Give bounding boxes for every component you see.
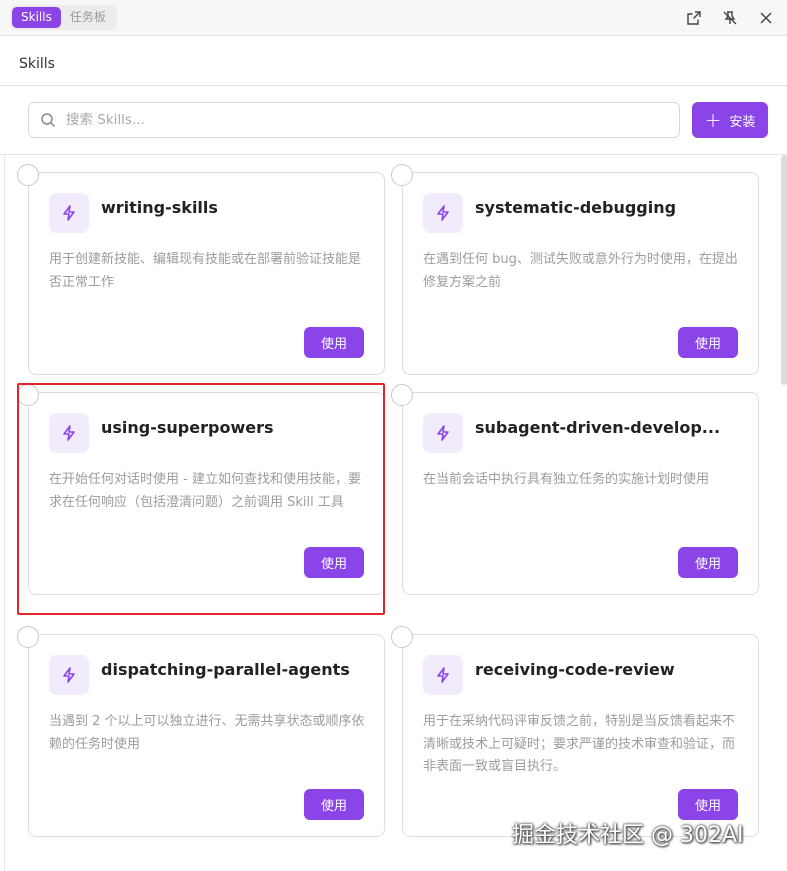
use-button[interactable]: 使用: [678, 547, 738, 578]
tab-task-board[interactable]: 任务板: [61, 7, 115, 28]
search-row: + 安装: [0, 86, 787, 154]
skill-name: writing-skills: [101, 198, 218, 217]
skill-name: systematic-debugging: [475, 198, 677, 217]
select-radio[interactable]: [17, 626, 39, 648]
lightning-icon: [423, 193, 463, 233]
skill-name: using-superpowers: [101, 418, 274, 437]
skill-description: 用于创建新技能、编辑现有技能或在部署前验证技能是否正常工作: [49, 252, 362, 290]
select-radio[interactable]: [391, 384, 413, 406]
skill-name: dispatching-parallel-agents: [101, 660, 350, 679]
divider: [4, 155, 5, 871]
skill-name: receiving-code-review: [475, 660, 675, 679]
use-button[interactable]: 使用: [304, 789, 364, 820]
select-radio[interactable]: [17, 164, 39, 186]
close-icon[interactable]: [755, 7, 777, 29]
unpin-icon[interactable]: [719, 7, 741, 29]
window-controls: [683, 7, 777, 29]
lightning-icon: [49, 413, 89, 453]
scrollbar[interactable]: [781, 155, 787, 385]
skill-name: subagent-driven-develop...: [475, 418, 721, 437]
skill-card: using-superpowers 在开始任何对话时使用 - 建立如何查找和使用…: [17, 384, 385, 595]
search-input[interactable]: [66, 112, 646, 128]
skill-card: subagent-driven-develop... 在当前会话中执行具有独立任…: [391, 384, 759, 595]
skill-description: 在当前会话中执行具有独立任务的实施计划时使用: [423, 472, 710, 487]
search-box[interactable]: [28, 102, 680, 138]
skill-card: writing-skills 用于创建新技能、编辑现有技能或在部署前验证技能是否…: [17, 164, 385, 375]
tab-skills[interactable]: Skills: [12, 7, 61, 28]
skill-description: 在开始任何对话时使用 - 建立如何查找和使用技能，要求在任何响应（包括澄清问题）…: [49, 472, 361, 510]
install-button[interactable]: + 安装: [692, 102, 768, 138]
use-button[interactable]: 使用: [678, 789, 738, 820]
skill-card: receiving-code-review 用于在采纳代码评审反馈之前，特别是当…: [391, 626, 759, 837]
lightning-icon: [423, 655, 463, 695]
skill-description: 在遇到任何 bug、测试失败或意外行为时使用，在提出修复方案之前: [423, 252, 738, 290]
skill-card: dispatching-parallel-agents 当遇到 2 个以上可以独…: [17, 626, 385, 837]
plus-icon: +: [704, 108, 722, 132]
skill-card: systematic-debugging 在遇到任何 bug、测试失败或意外行为…: [391, 164, 759, 375]
tab-switcher: Skills 任务板: [10, 5, 117, 30]
skill-list: writing-skills 用于创建新技能、编辑现有技能或在部署前验证技能是否…: [0, 154, 787, 871]
title-row: Skills: [0, 44, 787, 86]
skill-description: 当遇到 2 个以上可以独立进行、无需共享状态或顺序依赖的任务时使用: [49, 714, 365, 752]
lightning-icon: [49, 655, 89, 695]
lightning-icon: [423, 413, 463, 453]
external-link-icon[interactable]: [683, 7, 705, 29]
page-title: Skills: [19, 56, 55, 72]
select-radio[interactable]: [391, 164, 413, 186]
lightning-icon: [49, 193, 89, 233]
install-label: 安装: [729, 114, 756, 130]
select-radio[interactable]: [391, 626, 413, 648]
use-button[interactable]: 使用: [304, 327, 364, 358]
select-radio[interactable]: [17, 384, 39, 406]
use-button[interactable]: 使用: [678, 327, 738, 358]
use-button[interactable]: 使用: [304, 547, 364, 578]
skill-description: 用于在采纳代码评审反馈之前，特别是当反馈看起来不清晰或技术上可疑时；要求严谨的技…: [423, 714, 736, 774]
watermark: 掘金技术社区 @ 302AI: [512, 823, 744, 848]
search-icon: [40, 111, 58, 129]
top-bar: Skills 任务板: [0, 0, 787, 36]
